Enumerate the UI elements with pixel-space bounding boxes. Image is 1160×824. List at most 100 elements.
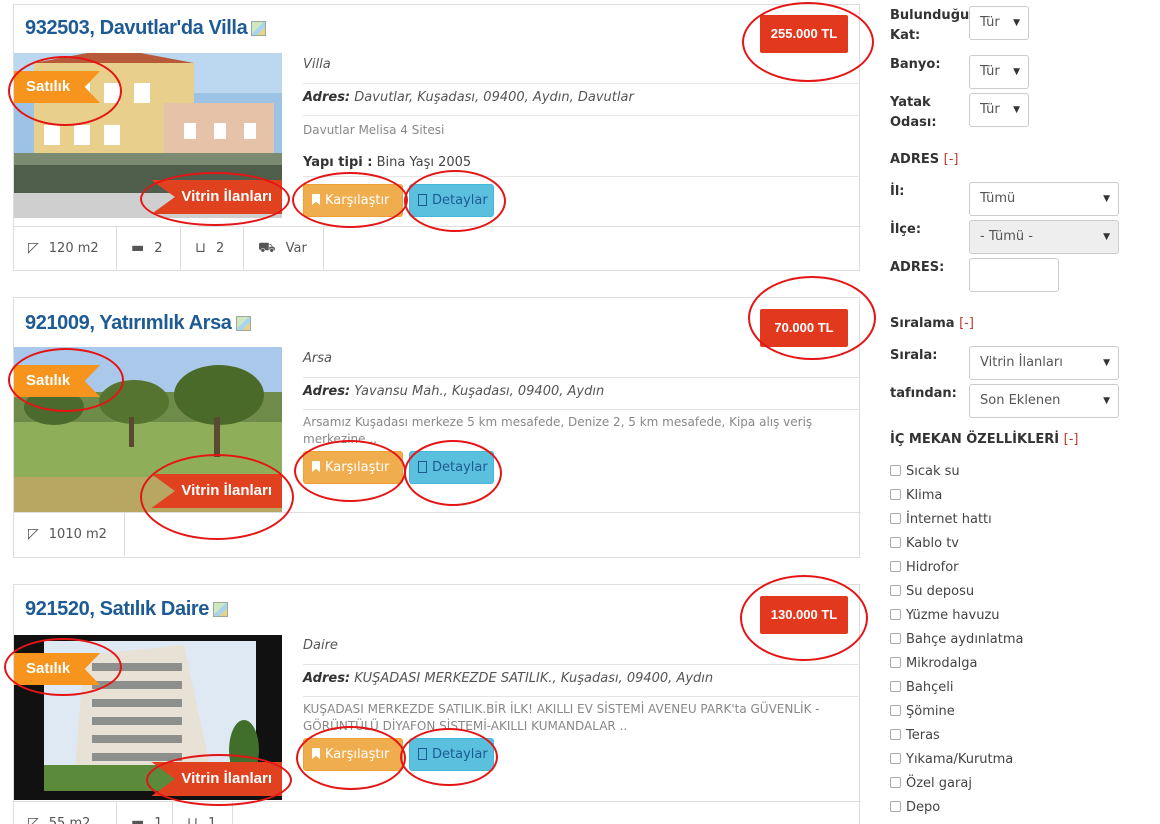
area-icon: ◸	[28, 815, 39, 824]
listing-title-link[interactable]: 921009, Yatırımlık Arsa	[25, 312, 251, 335]
interior-feature-checkbox[interactable]: Bahçe aydınlatma	[890, 630, 1023, 650]
checkbox[interactable]	[890, 585, 901, 596]
interior-feature-checkbox[interactable]: Sıcak su	[890, 462, 960, 482]
interior-section-heading[interactable]: İÇ MEKAN ÖZELLİKLERİ [-]	[890, 432, 1078, 447]
feature-value: 1	[207, 816, 217, 824]
feature-bathrooms: ⊔ 1	[173, 802, 233, 824]
checkbox[interactable]	[890, 801, 901, 812]
city-label: İl:	[890, 184, 905, 199]
address-section-heading[interactable]: ADRES [-]	[890, 152, 958, 167]
interior-feature-checkbox[interactable]: Depo	[890, 798, 940, 818]
sort-select-value: Vitrin İlanları	[980, 355, 1063, 370]
checkbox[interactable]	[890, 489, 901, 500]
interior-feature-checkbox[interactable]: Mikrodalga	[890, 654, 977, 674]
listing-photo[interactable]: Satılık Vitrin İlanları	[14, 635, 282, 800]
address: Adres: KUŞADASI MERKEZDE SATILIK., Kuşad…	[303, 671, 713, 686]
checkbox[interactable]	[890, 513, 901, 524]
collapse-toggle[interactable]: [-]	[1064, 432, 1079, 447]
map-icon[interactable]	[235, 316, 251, 331]
collapse-toggle[interactable]: [-]	[944, 152, 959, 167]
details-label: Detaylar	[432, 193, 488, 208]
listing-photo[interactable]: Satılık Vitrin İlanları	[14, 347, 282, 512]
interior-feature-checkbox[interactable]: İnternet hattı	[890, 510, 992, 530]
chevron-down-icon: ▼	[1103, 358, 1110, 368]
sort-section-heading[interactable]: Sıralama [-]	[890, 316, 974, 331]
floor-select[interactable]: Tür ▼	[969, 6, 1029, 40]
feature-bar: ◸ 120 m2 ▬ 2 ⊔ 2 ⛟ Var	[14, 226, 861, 270]
checkbox-label: Depo	[906, 800, 941, 815]
floor-select-value: Tür	[980, 15, 1000, 30]
details-button[interactable]: Detaylar	[409, 184, 494, 217]
map-icon[interactable]	[251, 21, 267, 36]
listing-title-link[interactable]: 921520, Satılık Daire	[25, 598, 228, 621]
checkbox[interactable]	[890, 729, 901, 740]
compare-label: Karşılaştır	[325, 460, 390, 475]
bath-select[interactable]: Tür ▼	[969, 55, 1029, 89]
details-button[interactable]: Detaylar	[409, 738, 494, 771]
address-label: Adres:	[303, 384, 351, 399]
checkbox-label: Yıkama/Kurutma	[906, 752, 1014, 767]
interior-feature-checkbox[interactable]: Su deposu	[890, 582, 974, 602]
details-label: Detaylar	[432, 747, 488, 762]
interior-feature-checkbox[interactable]: Kablo tv	[890, 534, 959, 554]
divider	[303, 377, 859, 378]
sort-select[interactable]: Vitrin İlanları ▼	[969, 346, 1119, 380]
bookmark-icon	[312, 748, 320, 759]
checkbox-label: Klima	[906, 488, 943, 503]
interior-feature-checkbox[interactable]: Özel garaj	[890, 774, 972, 794]
details-button[interactable]: Detaylar	[409, 451, 494, 484]
checkbox-label: Teras	[906, 728, 940, 743]
checkbox[interactable]	[890, 777, 901, 788]
listing-photo[interactable]: Satılık Vitrin İlanları	[14, 53, 282, 218]
checkbox[interactable]	[890, 609, 901, 620]
sort-by-select[interactable]: Son Eklenen ▼	[969, 384, 1119, 418]
details-label: Detaylar	[432, 460, 488, 475]
sort-by-select-value: Son Eklenen	[980, 393, 1061, 408]
city-select[interactable]: Tümü ▼	[969, 182, 1119, 216]
bedroom-select-value: Tür	[980, 102, 1000, 117]
listing-title-link[interactable]: 932503, Davutlar'da Villa	[25, 17, 267, 40]
document-icon	[418, 461, 427, 473]
interior-feature-checkbox[interactable]: Yüzme havuzu	[890, 606, 1000, 626]
divider	[303, 696, 859, 697]
compare-button[interactable]: Karşılaştır	[303, 451, 403, 484]
floor-label: Bulunduğu Kat:	[890, 8, 970, 43]
car-icon: ⛟	[258, 240, 276, 256]
document-icon	[418, 194, 427, 206]
interior-feature-checkbox[interactable]: Yıkama/Kurutma	[890, 750, 1013, 770]
interior-feature-checkbox[interactable]: Hidrofor	[890, 558, 959, 578]
compare-button[interactable]: Karşılaştır	[303, 184, 403, 217]
checkbox-label: Bahçeli	[906, 680, 954, 695]
checkbox[interactable]	[890, 465, 901, 476]
description: Davutlar Melisa 4 Sitesi	[303, 123, 445, 137]
checkbox-label: Sıcak su	[906, 464, 960, 479]
checkbox[interactable]	[890, 705, 901, 716]
listing-card: 921009, Yatırımlık Arsa 70.000 TL Satılı…	[13, 297, 861, 558]
feature-area: ◸ 55 m2	[14, 802, 117, 824]
checkbox[interactable]	[890, 753, 901, 764]
checkbox[interactable]	[890, 561, 901, 572]
address-input[interactable]	[969, 258, 1059, 292]
compare-button[interactable]: Karşılaştır	[303, 738, 403, 771]
district-select[interactable]: - Tümü - ▼	[969, 220, 1119, 254]
interior-feature-checkbox[interactable]: Klima	[890, 486, 942, 506]
interior-feature-checkbox[interactable]: Teras	[890, 726, 940, 746]
feature-bathrooms: ⊔ 2	[181, 227, 244, 270]
interior-feature-checkbox[interactable]: Bahçeli	[890, 678, 954, 698]
address-heading-text: ADRES	[890, 152, 940, 167]
bed-icon: ▬	[131, 240, 145, 256]
bedroom-select[interactable]: Tür ▼	[969, 93, 1029, 127]
feature-value: Var	[285, 241, 307, 256]
checkbox[interactable]	[890, 657, 901, 668]
checkbox[interactable]	[890, 681, 901, 692]
checkbox[interactable]	[890, 537, 901, 548]
feature-bedrooms: ▬ 2	[117, 227, 181, 270]
bath-label: Banyo:	[890, 57, 941, 72]
map-icon[interactable]	[212, 602, 228, 617]
collapse-toggle[interactable]: [-]	[959, 316, 974, 331]
sort-heading-text: Sıralama	[890, 316, 955, 331]
chevron-down-icon: ▼	[1013, 18, 1020, 28]
district-select-value: - Tümü -	[980, 229, 1033, 244]
checkbox[interactable]	[890, 633, 901, 644]
interior-feature-checkbox[interactable]: Şömine	[890, 702, 955, 722]
